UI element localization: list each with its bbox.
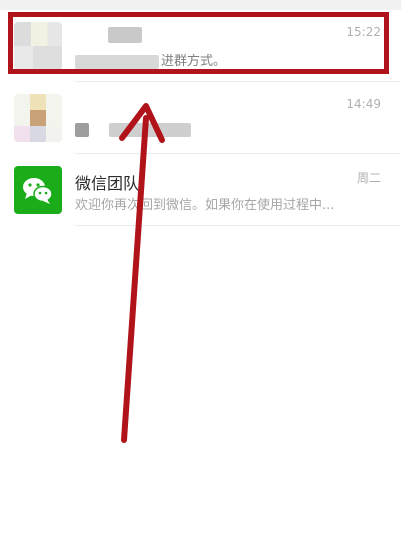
mosaic-tile [30,126,46,142]
mosaic-avatar [14,94,62,142]
chat-name-wechat-team: 微信团队 [75,174,140,193]
mosaic-tile [30,94,46,110]
mosaic-tile [30,110,46,126]
chat-list-screen: 进群方式。 15:22 14:49 微信团队 欢迎你再次回到微信。如果你在使用过… [0,0,401,547]
wechat-logo-icon [14,166,62,214]
highlight-box [8,12,389,74]
wechat-logo-svg [23,178,53,204]
redacted-preview-block [75,122,89,137]
chat-preview-2 [75,122,192,137]
chat-time-3: 周二 [356,171,381,185]
chat-time-2: 14:49 [346,97,381,111]
chat-preview-wechat-team: 欢迎你再次回到微信。如果你在使用过程中... [75,198,335,213]
mosaic-tile [14,126,30,142]
chat-item-2[interactable]: 14:49 [0,82,401,154]
chat-item-wechat-team[interactable]: 微信团队 欢迎你再次回到微信。如果你在使用过程中... 周二 [0,154,401,226]
mosaic-tile [46,126,62,142]
redacted-preview-block [109,122,192,137]
top-strip [0,0,401,10]
divider [75,225,401,226]
